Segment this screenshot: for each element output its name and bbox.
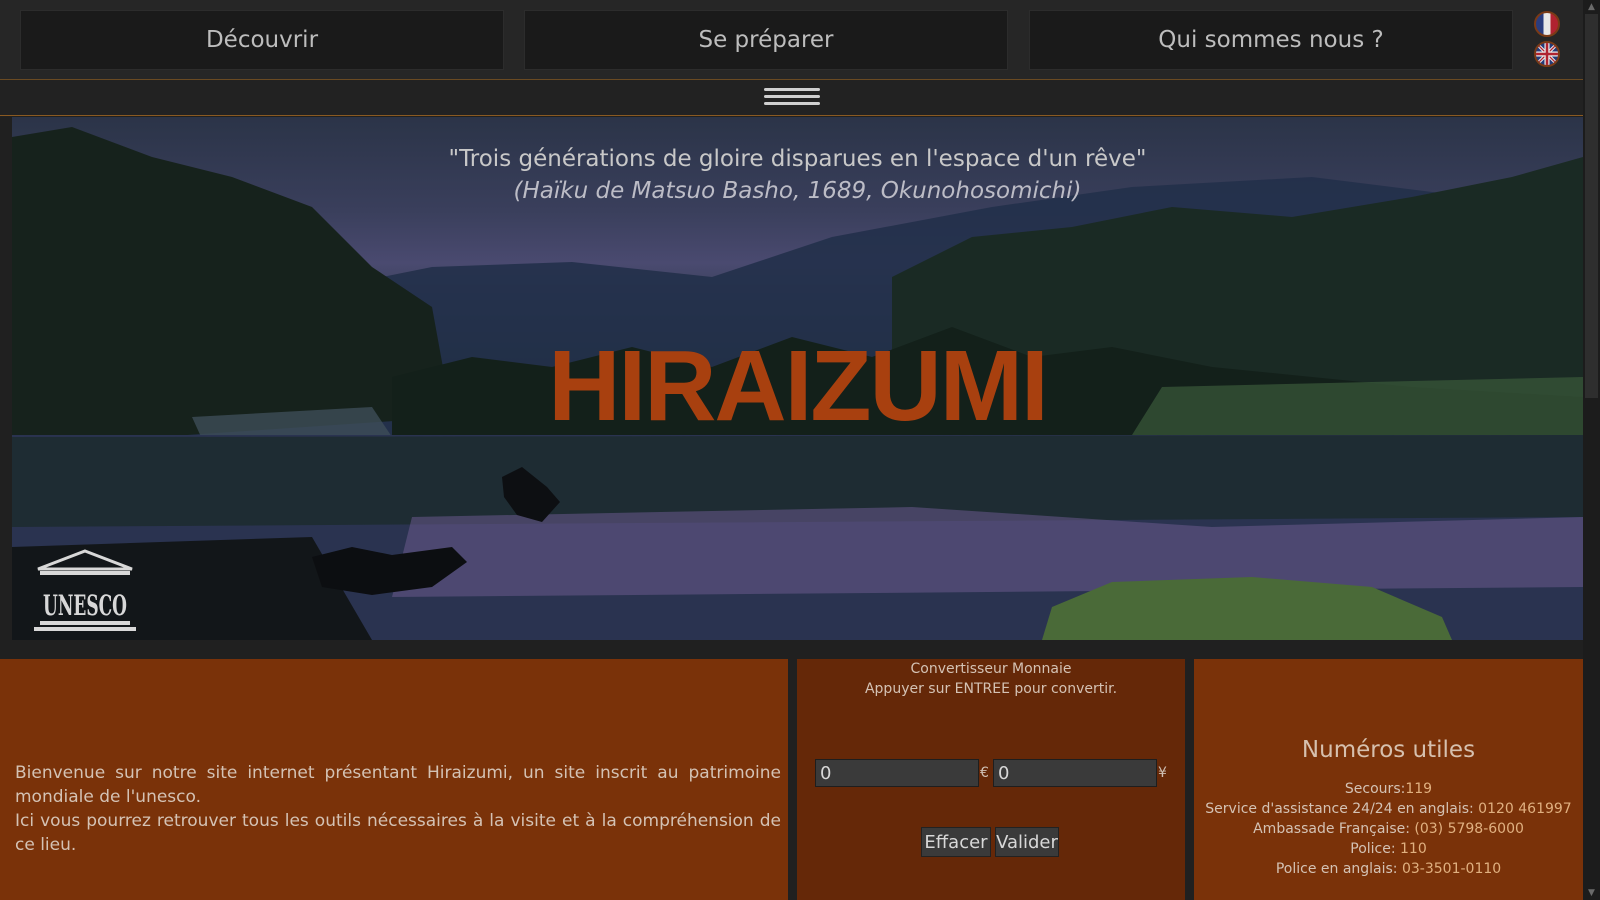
submit-button[interactable]: Valider — [995, 827, 1059, 857]
clear-button[interactable]: Effacer — [921, 827, 991, 857]
useful-number-value: 03-3501-0110 — [1401, 861, 1502, 877]
scroll-up-arrow-icon[interactable]: ▲ — [1583, 0, 1600, 14]
converter-hint: Appuyer sur ENTREE pour convertir. — [864, 681, 1118, 697]
yen-symbol: ¥ — [1158, 765, 1167, 781]
hero-quote: "Trois générations de gloire disparues e… — [12, 143, 1583, 207]
useful-number-item: Service d'assistance 24/24 en anglais: 0… — [1194, 801, 1583, 817]
menu-bar — [0, 80, 1583, 116]
top-navigation: Découvrir Se préparer Qui sommes nous ? — [0, 0, 1583, 80]
nav-button-label: Se préparer — [698, 27, 834, 53]
nav-button-label: Qui sommes nous ? — [1158, 27, 1384, 53]
quote-source: (Haïku de Matsuo Basho, 1689, Okunohosom… — [513, 178, 1082, 204]
hamburger-menu-icon[interactable] — [764, 88, 820, 108]
useful-number-label: Ambassade Française: — [1253, 821, 1415, 837]
useful-numbers-title: Numéros utiles — [1301, 737, 1476, 763]
useful-number-value: 0120 461997 — [1478, 801, 1572, 817]
yen-input[interactable] — [993, 759, 1157, 787]
useful-number-item: Secours:119 — [1194, 781, 1583, 797]
useful-number-label: Service d'assistance 24/24 en anglais: — [1205, 801, 1479, 817]
useful-number-item: Police en anglais: 03-3501-0110 — [1194, 861, 1583, 877]
scrollbar-thumb[interactable] — [1585, 14, 1598, 398]
hero-banner: "Trois générations de gloire disparues e… — [12, 117, 1583, 640]
french-flag-icon[interactable] — [1534, 11, 1560, 37]
welcome-line-2: Ici vous pourrez retrouver tous les outi… — [15, 811, 781, 855]
useful-number-value: 110 — [1400, 841, 1427, 857]
nav-button-qui-sommes-nous[interactable]: Qui sommes nous ? — [1029, 10, 1513, 70]
nav-button-decouvrir[interactable]: Découvrir — [20, 10, 504, 70]
currency-converter-panel: Convertisseur Monnaie Appuyer sur ENTREE… — [797, 659, 1185, 900]
euro-input[interactable] — [815, 759, 979, 787]
euro-symbol: € — [980, 765, 989, 781]
welcome-text: Bienvenue sur notre site internet présen… — [15, 761, 781, 857]
useful-number-item: Ambassade Française: (03) 5798-6000 — [1194, 821, 1583, 837]
useful-number-label: Secours: — [1344, 781, 1406, 797]
scrollbar[interactable]: ▲ ▼ — [1583, 0, 1600, 900]
useful-number-label: Police: — [1350, 841, 1401, 857]
uk-flag-icon[interactable] — [1534, 41, 1560, 67]
welcome-line-1: Bienvenue sur notre site internet présen… — [15, 763, 781, 807]
quote-text: "Trois générations de gloire disparues e… — [448, 146, 1147, 172]
converter-title: Convertisseur Monnaie — [910, 661, 1072, 677]
welcome-panel: Bienvenue sur notre site internet présen… — [0, 659, 788, 900]
useful-number-item: Police: 110 — [1194, 841, 1583, 857]
useful-numbers-panel: Numéros utiles Secours:119 Service d'ass… — [1194, 659, 1583, 900]
useful-number-value: 119 — [1405, 781, 1433, 797]
useful-number-value: (03) 5798-6000 — [1414, 821, 1524, 837]
hero-title: HIRAIZUMI — [548, 330, 1049, 442]
unesco-logo: UNESCO — [34, 549, 136, 631]
nav-button-se-preparer[interactable]: Se préparer — [524, 10, 1008, 70]
scroll-down-arrow-icon[interactable]: ▼ — [1583, 886, 1600, 900]
nav-button-label: Découvrir — [205, 27, 319, 53]
page: Découvrir Se préparer Qui sommes nous ? — [0, 0, 1600, 900]
unesco-logo-text: UNESCO — [43, 589, 127, 622]
useful-number-label: Police en anglais: — [1275, 861, 1402, 877]
